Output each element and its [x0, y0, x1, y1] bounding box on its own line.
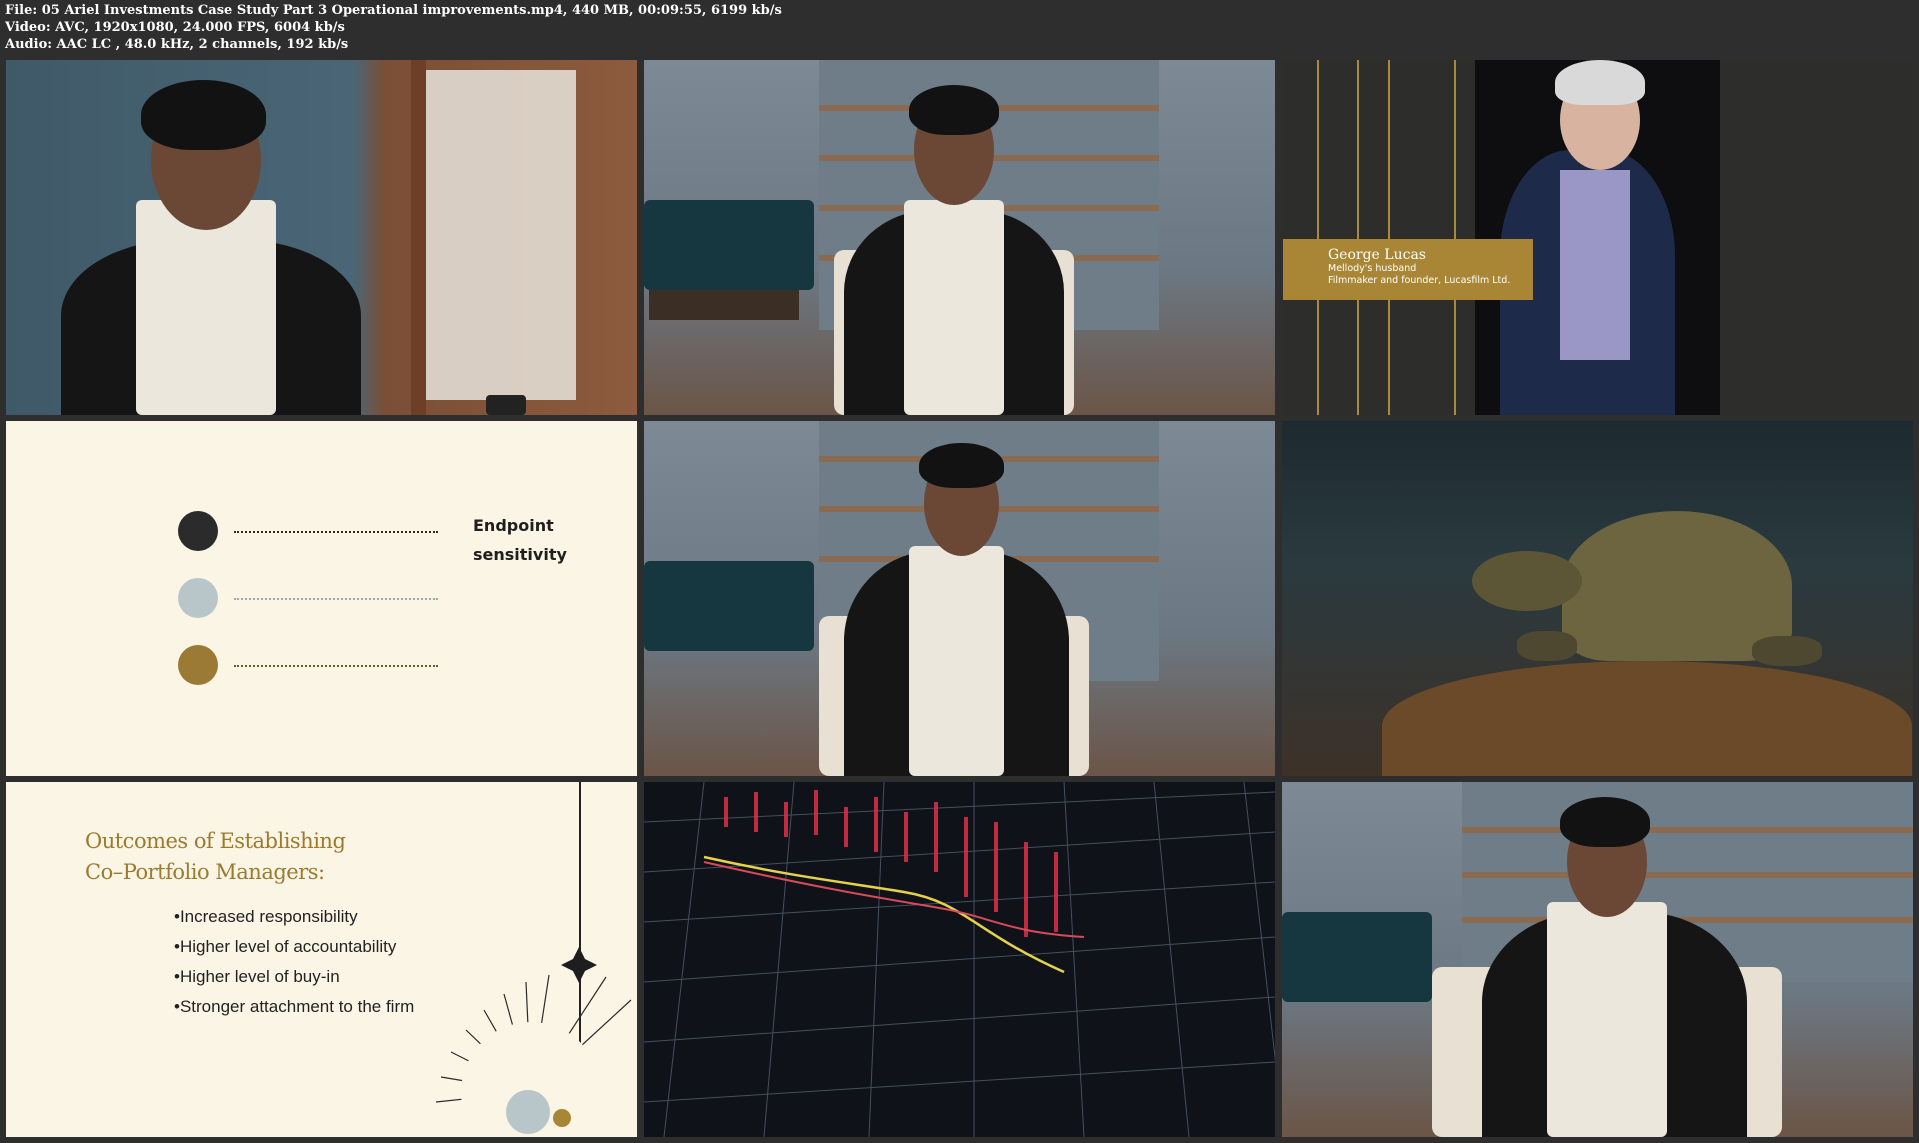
list-item: Higher level of buy-in	[174, 962, 414, 992]
thumbnail-interview-closeup	[6, 60, 637, 415]
audio-info-line: Audio: AAC LC , 48.0 kHz, 2 channels, 19…	[5, 37, 349, 52]
thumbnail-interview-gesture	[1282, 782, 1913, 1137]
dot-light-blue	[178, 578, 218, 618]
caption-relation: Mellody's husband	[1328, 263, 1417, 274]
video-info-line: Video: AVC, 1920x1080, 24.000 FPS, 6004 …	[5, 20, 345, 35]
outcomes-list: Increased responsibility Higher level of…	[174, 902, 414, 1022]
lower-third-caption: George Lucas Mellody's husband Filmmaker…	[1283, 239, 1533, 300]
thumbnail-interview-wide-1	[644, 60, 1275, 415]
dotted-line	[234, 531, 438, 533]
dotted-line	[234, 665, 438, 667]
file-info-line: File: 05 Ariel Investments Case Study Pa…	[5, 3, 782, 18]
list-item: Increased responsibility	[174, 902, 414, 932]
dot-gold	[178, 645, 218, 685]
list-item: Stronger attachment to the firm	[174, 992, 414, 1022]
thumbnail-market-grid	[644, 782, 1275, 1137]
thumbnail-interview-wide-2	[644, 421, 1275, 776]
thumbnail-outcomes-slide: Outcomes of Establishing Co–Portfolio Ma…	[6, 782, 637, 1137]
thumbnail-george-lucas: George Lucas Mellody's husband Filmmaker…	[1282, 60, 1913, 415]
list-item: Higher level of accountability	[174, 932, 414, 962]
thumbnail-endpoint-sensitivity: Endpoint sensitivity	[6, 421, 637, 776]
thumbnail-tortoise	[1282, 421, 1913, 776]
sunburst-decoration	[436, 947, 632, 1137]
caption-name: George Lucas	[1328, 247, 1426, 263]
outcomes-title: Outcomes of Establishing Co–Portfolio Ma…	[85, 829, 346, 884]
endpoint-label: Endpoint sensitivity	[473, 516, 567, 564]
portrait-photo	[1475, 60, 1720, 415]
dot-dark	[178, 511, 218, 551]
market-chart-graphic	[644, 782, 1275, 1137]
caption-role: Filmmaker and founder, Lucasfilm Ltd.	[1328, 275, 1511, 286]
media-info-header: File: 05 Ariel Investments Case Study Pa…	[5, 2, 782, 53]
dotted-line	[234, 598, 438, 600]
